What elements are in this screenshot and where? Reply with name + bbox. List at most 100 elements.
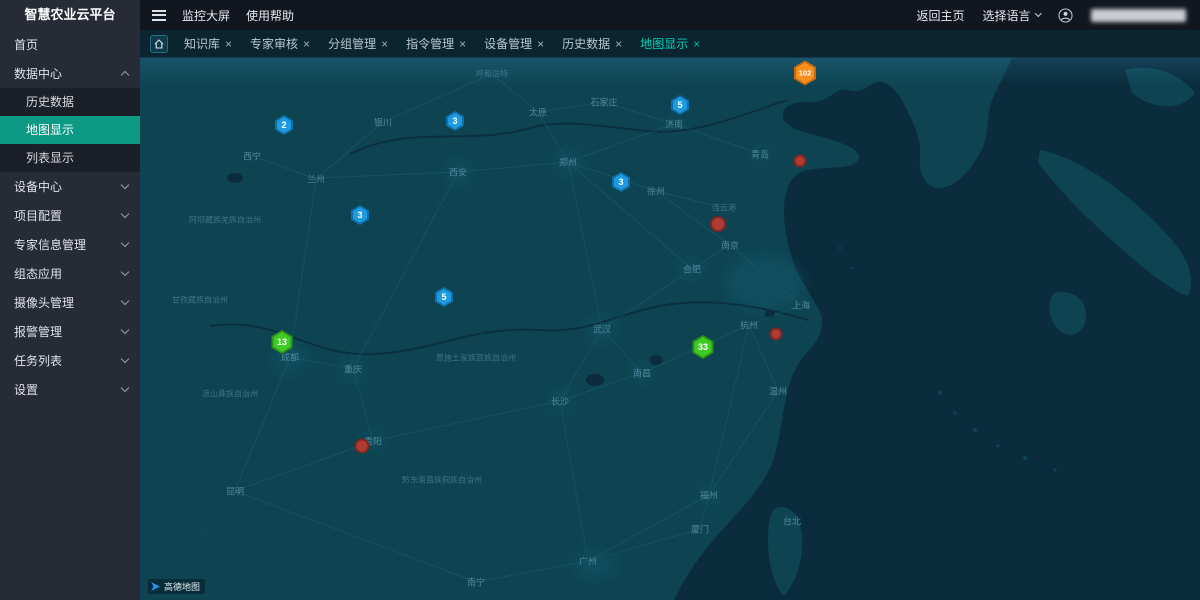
map-point-marker[interactable] [770, 328, 783, 341]
chevron-down-icon [121, 239, 129, 247]
tab-label: 指令管理 [406, 35, 454, 52]
sidebar-item-1[interactable]: 数据中心 [0, 59, 140, 88]
tab-4[interactable]: 设备管理 × [484, 35, 544, 52]
tab-6[interactable]: 地图显示 × [640, 35, 700, 52]
tab-close-icon[interactable]: × [693, 38, 700, 50]
map-cluster-marker[interactable]: 102 [794, 61, 816, 86]
map-cluster-marker[interactable]: 2 [275, 115, 293, 135]
tab-label: 设备管理 [484, 35, 532, 52]
home-icon [154, 39, 164, 49]
tab-close-icon[interactable]: × [615, 38, 622, 50]
sidebar-item-2[interactable]: 设备中心 [0, 172, 140, 201]
sidebar-item-label: 首页 [14, 36, 38, 53]
cluster-count-label: 3 [353, 207, 367, 223]
map-cluster-marker[interactable]: 5 [435, 287, 453, 307]
main-column: 监控大屏使用帮助 返回主页 选择语言 [140, 0, 1200, 600]
language-select[interactable]: 选择语言 [982, 7, 1040, 24]
top-links: 监控大屏使用帮助 [182, 7, 294, 24]
chevron-up-icon [121, 71, 129, 79]
sidebar-item-label: 任务列表 [14, 352, 62, 369]
chevron-down-icon [121, 297, 129, 305]
top-link-1[interactable]: 使用帮助 [246, 7, 294, 24]
sidebar-item-8[interactable]: 任务列表 [0, 346, 140, 375]
tab-5[interactable]: 历史数据 × [562, 35, 622, 52]
sidebar-item-label: 组态应用 [14, 265, 62, 282]
username-redacted [1091, 9, 1186, 22]
tab-1[interactable]: 专家审核 × [250, 35, 310, 52]
sidebar-item-9[interactable]: 设置 [0, 375, 140, 404]
sidebar-item-label: 摄像头管理 [14, 294, 74, 311]
amap-logo-icon [150, 581, 161, 592]
sidebar-item-0[interactable]: 首页 [0, 30, 140, 59]
home-tab[interactable] [150, 35, 168, 53]
cluster-count-label: 3 [448, 113, 462, 129]
chevron-down-icon [121, 326, 129, 334]
user-avatar-icon[interactable] [1058, 8, 1073, 23]
tab-3[interactable]: 指令管理 × [406, 35, 466, 52]
chevron-down-icon [121, 210, 129, 218]
map-marker-layer: 1025323351333 [140, 58, 1200, 600]
chevron-down-icon [1035, 10, 1041, 16]
tab-0[interactable]: 知识库 × [184, 35, 232, 52]
tab-label: 专家审核 [250, 35, 298, 52]
map-point-marker[interactable] [355, 439, 370, 454]
sidebar-item-label: 项目配置 [14, 207, 62, 224]
tab-label: 知识库 [184, 35, 220, 52]
open-tabs: 知识库 × 专家审核 × 分组管理 × 指令管理 × 设备管理 × 历史数据 × 地图显示 × [184, 35, 700, 52]
top-link-0[interactable]: 监控大屏 [182, 7, 230, 24]
tab-label: 地图显示 [640, 35, 688, 52]
sidebar-subitem-1-0[interactable]: 历史数据 [0, 88, 140, 116]
return-home-link[interactable]: 返回主页 [916, 7, 964, 24]
map-attribution-text: 高德地图 [164, 580, 200, 593]
map-cluster-marker[interactable]: 3 [351, 205, 369, 225]
sidebar-item-4[interactable]: 专家信息管理 [0, 230, 140, 259]
sidebar-subitem-1-1[interactable]: 地图显示 [0, 116, 140, 144]
map-cluster-marker[interactable]: 13 [272, 330, 293, 354]
map-point-marker[interactable] [710, 216, 726, 232]
chevron-down-icon [121, 384, 129, 392]
sidebar-item-3[interactable]: 项目配置 [0, 201, 140, 230]
sidebar-item-label: 报警管理 [14, 323, 62, 340]
app-root: 智慧农业云平台 首页数据中心历史数据地图显示列表显示设备中心项目配置专家信息管理… [0, 0, 1200, 600]
sidebar-item-label: 设置 [14, 381, 38, 398]
map-container[interactable]: 呼和浩特银川太原石家庄济南青岛西宁兰州西安郑州徐州连云港南京合肥上海杭州武汉南昌… [140, 58, 1200, 600]
map-point-marker[interactable] [794, 155, 807, 168]
tab-close-icon[interactable]: × [225, 38, 232, 50]
chevron-down-icon [121, 355, 129, 363]
top-bar: 监控大屏使用帮助 返回主页 选择语言 [140, 0, 1200, 30]
cluster-count-label: 2 [277, 117, 291, 133]
tab-close-icon[interactable]: × [459, 38, 466, 50]
sidebar-item-label: 设备中心 [14, 178, 62, 195]
cluster-count-label: 33 [695, 337, 712, 357]
map-cluster-marker[interactable]: 3 [612, 172, 630, 192]
sidebar-item-6[interactable]: 摄像头管理 [0, 288, 140, 317]
sidebar-menu: 首页数据中心历史数据地图显示列表显示设备中心项目配置专家信息管理组态应用摄像头管… [0, 30, 140, 600]
map-cluster-marker[interactable]: 5 [671, 95, 689, 115]
top-right-group: 返回主页 选择语言 [916, 7, 1186, 24]
tab-close-icon[interactable]: × [303, 38, 310, 50]
collapse-sidebar-icon[interactable] [152, 10, 166, 21]
tab-label: 分组管理 [328, 35, 376, 52]
cluster-count-label: 5 [437, 289, 451, 305]
cluster-count-label: 3 [614, 174, 628, 190]
tab-close-icon[interactable]: × [537, 38, 544, 50]
map-attribution: 高德地图 [148, 579, 205, 594]
chevron-down-icon [121, 181, 129, 189]
tab-2[interactable]: 分组管理 × [328, 35, 388, 52]
cluster-count-label: 5 [673, 97, 687, 113]
cluster-count-label: 102 [796, 63, 814, 84]
sidebar-item-label: 数据中心 [14, 65, 62, 82]
sidebar-item-label: 专家信息管理 [14, 236, 86, 253]
sidebar-item-7[interactable]: 报警管理 [0, 317, 140, 346]
cluster-count-label: 13 [274, 332, 291, 352]
app-title: 智慧农业云平台 [0, 0, 140, 30]
sidebar-item-5[interactable]: 组态应用 [0, 259, 140, 288]
map-cluster-marker[interactable]: 33 [693, 335, 714, 359]
map-cluster-marker[interactable]: 3 [446, 111, 464, 131]
tab-bar: 知识库 × 专家审核 × 分组管理 × 指令管理 × 设备管理 × 历史数据 × 地图显示 × [140, 30, 1200, 58]
tab-label: 历史数据 [562, 35, 610, 52]
chevron-down-icon [121, 268, 129, 276]
tab-close-icon[interactable]: × [381, 38, 388, 50]
sidebar: 智慧农业云平台 首页数据中心历史数据地图显示列表显示设备中心项目配置专家信息管理… [0, 0, 140, 600]
sidebar-subitem-1-2[interactable]: 列表显示 [0, 144, 140, 172]
